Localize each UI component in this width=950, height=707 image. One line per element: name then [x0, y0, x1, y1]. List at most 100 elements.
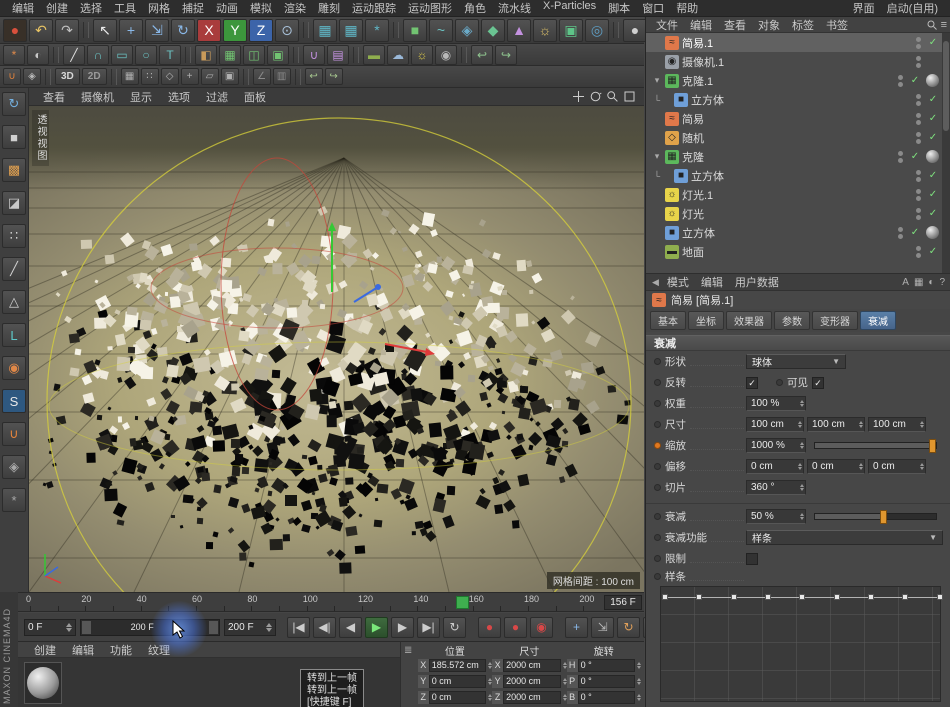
- spline-point-6[interactable]: [867, 594, 874, 600]
- spline-point-2[interactable]: [730, 594, 737, 600]
- enabled-check[interactable]: ✓: [927, 208, 939, 219]
- menu-item-10[interactable]: 运动跟踪: [346, 0, 402, 16]
- visibility-dots[interactable]: [916, 245, 921, 258]
- coords-menu-icon[interactable]: ≣: [404, 645, 418, 656]
- jump-start-button[interactable]: |◀: [287, 616, 310, 638]
- prev-frame-button[interactable]: ◀: [339, 616, 362, 638]
- spline-point-0[interactable]: [662, 594, 668, 600]
- offset-x-input[interactable]: 0 cm: [746, 459, 804, 474]
- current-frame-field[interactable]: 156 F: [604, 595, 642, 610]
- material-tag[interactable]: [926, 226, 939, 239]
- enabled-check[interactable]: ✓: [927, 170, 939, 181]
- render-settings-button[interactable]: *: [365, 18, 389, 42]
- om-menu-item-0[interactable]: 文件: [650, 17, 684, 33]
- quantize-move-icon[interactable]: ▥: [272, 68, 291, 85]
- spline-point-5[interactable]: [833, 594, 840, 600]
- visibility-dots[interactable]: [898, 150, 903, 163]
- viewport-menu-item-0[interactable]: 查看: [35, 89, 73, 105]
- viewport-solo-icon[interactable]: ◉: [2, 356, 26, 380]
- gear-icon[interactable]: *: [2, 488, 26, 512]
- tab-0[interactable]: 基本: [650, 311, 686, 330]
- symmetry-menu[interactable]: ◫: [243, 44, 265, 65]
- floor-object-icon[interactable]: ▬: [363, 44, 385, 65]
- texture-mode-icon[interactable]: ▩: [2, 158, 26, 182]
- invert-checkbox[interactable]: [746, 376, 758, 389]
- current-frame-marker[interactable]: [455, 596, 469, 609]
- object-item-10[interactable]: ■ 立方体 ✓: [646, 223, 943, 242]
- timeline-ruler[interactable]: 0 20 40 60 80 100 120 140 160 180 200 156 F: [18, 592, 644, 612]
- viewport-menu-item-2[interactable]: 显示: [122, 89, 160, 105]
- spline-circle-tool[interactable]: ○: [135, 44, 157, 65]
- live-selection-tool[interactable]: ↖: [93, 18, 117, 42]
- viewport-menu-item-1[interactable]: 摄像机: [73, 89, 122, 105]
- axis-snap-icon[interactable]: +: [180, 68, 199, 85]
- convert-selection-icon[interactable]: ↻: [2, 92, 26, 116]
- play-button[interactable]: ▶: [365, 616, 388, 638]
- object-tree-scrollbar[interactable]: [942, 33, 950, 273]
- object-item-2[interactable]: ▾ ▦ 克隆.1 ✓: [646, 71, 943, 90]
- primitive-cube-menu[interactable]: ■: [403, 18, 427, 42]
- sphere-ball-icon[interactable]: ●: [623, 18, 647, 42]
- visibility-dots[interactable]: [916, 93, 921, 106]
- history-back-icon[interactable]: ↩: [471, 44, 493, 65]
- menu-item-4[interactable]: 网格: [142, 0, 176, 16]
- jump-end-button[interactable]: ▶|: [417, 616, 440, 638]
- enable-axis-icon[interactable]: L: [2, 323, 26, 347]
- light-object-icon[interactable]: ☼: [411, 44, 433, 65]
- visibility-dots[interactable]: [898, 74, 903, 87]
- app-logo-icon[interactable]: ●: [3, 18, 27, 42]
- layout-menu-item-1[interactable]: 启动(自用): [881, 0, 944, 16]
- falloff-slider[interactable]: [814, 510, 937, 524]
- lock-icon[interactable]: ◈: [2, 455, 26, 479]
- visibility-dots[interactable]: [916, 55, 921, 68]
- material-menu-item-2[interactable]: 功能: [102, 642, 140, 658]
- boole-menu[interactable]: ◧: [195, 44, 217, 65]
- maximize-view-icon[interactable]: [623, 90, 636, 103]
- object-item-8[interactable]: ☼ 灯光.1 ✓: [646, 185, 943, 204]
- sky-object-icon[interactable]: ☁: [387, 44, 409, 65]
- prev-key-button[interactable]: ◀|: [313, 616, 336, 638]
- move-tool[interactable]: +: [119, 18, 143, 42]
- spline-point-8[interactable]: [936, 594, 943, 600]
- anim-dot[interactable]: [654, 358, 661, 365]
- object-item-9[interactable]: ☼ 灯光 ✓: [646, 204, 943, 223]
- offset-y-input[interactable]: 0 cm: [807, 459, 865, 474]
- visibility-dots[interactable]: [916, 131, 921, 144]
- falloff-function-dropdown[interactable]: 样条 ▼: [746, 530, 943, 545]
- am-menu-item-0[interactable]: 模式: [661, 274, 695, 290]
- record-keyframe-button[interactable]: ●: [478, 616, 501, 638]
- om-menu-item-1[interactable]: 编辑: [684, 17, 718, 33]
- render-picture-viewer-button[interactable]: ▦: [339, 18, 363, 42]
- rotation-p-field[interactable]: P0 °: [566, 674, 642, 689]
- material-tag[interactable]: [926, 74, 939, 87]
- mograph-menu[interactable]: ▣: [559, 18, 583, 42]
- menu-item-0[interactable]: 编辑: [6, 0, 40, 16]
- size-x-input[interactable]: 100 cm: [746, 417, 804, 432]
- spline-point-3[interactable]: [764, 594, 771, 600]
- autokey-button[interactable]: ●: [504, 616, 527, 638]
- menu-item-17[interactable]: 帮助: [670, 0, 704, 16]
- grid-snap-icon[interactable]: ▦: [120, 68, 139, 85]
- simulate-menu[interactable]: ◎: [585, 18, 609, 42]
- menu-item-11[interactable]: 运动图形: [402, 0, 458, 16]
- workplane-snap-icon[interactable]: ▱: [200, 68, 219, 85]
- scrollbar-thumb[interactable]: [943, 41, 949, 131]
- rotate-tool[interactable]: ↻: [171, 18, 195, 42]
- range-handle-right[interactable]: [209, 620, 218, 634]
- spline-graph[interactable]: [660, 586, 943, 702]
- history-forward-icon[interactable]: ↪: [495, 44, 517, 65]
- om-menu-item-2[interactable]: 查看: [718, 17, 752, 33]
- uv-mode-icon[interactable]: ◪: [2, 191, 26, 215]
- deformer-menu[interactable]: ▲: [507, 18, 531, 42]
- help-icon[interactable]: ?: [939, 277, 945, 288]
- size-z-input[interactable]: 100 cm: [868, 417, 926, 432]
- menu-item-8[interactable]: 渲染: [278, 0, 312, 16]
- enabled-check[interactable]: ✓: [927, 246, 939, 257]
- pan-view-icon[interactable]: [572, 90, 585, 103]
- menu-item-6[interactable]: 动画: [210, 0, 244, 16]
- points-mode-icon[interactable]: ∷: [2, 224, 26, 248]
- menu-item-3[interactable]: 工具: [108, 0, 142, 16]
- menu-item-14[interactable]: X-Particles: [537, 0, 602, 16]
- visibility-dots[interactable]: [916, 36, 921, 49]
- record-scale-toggle[interactable]: ⇲: [591, 616, 614, 638]
